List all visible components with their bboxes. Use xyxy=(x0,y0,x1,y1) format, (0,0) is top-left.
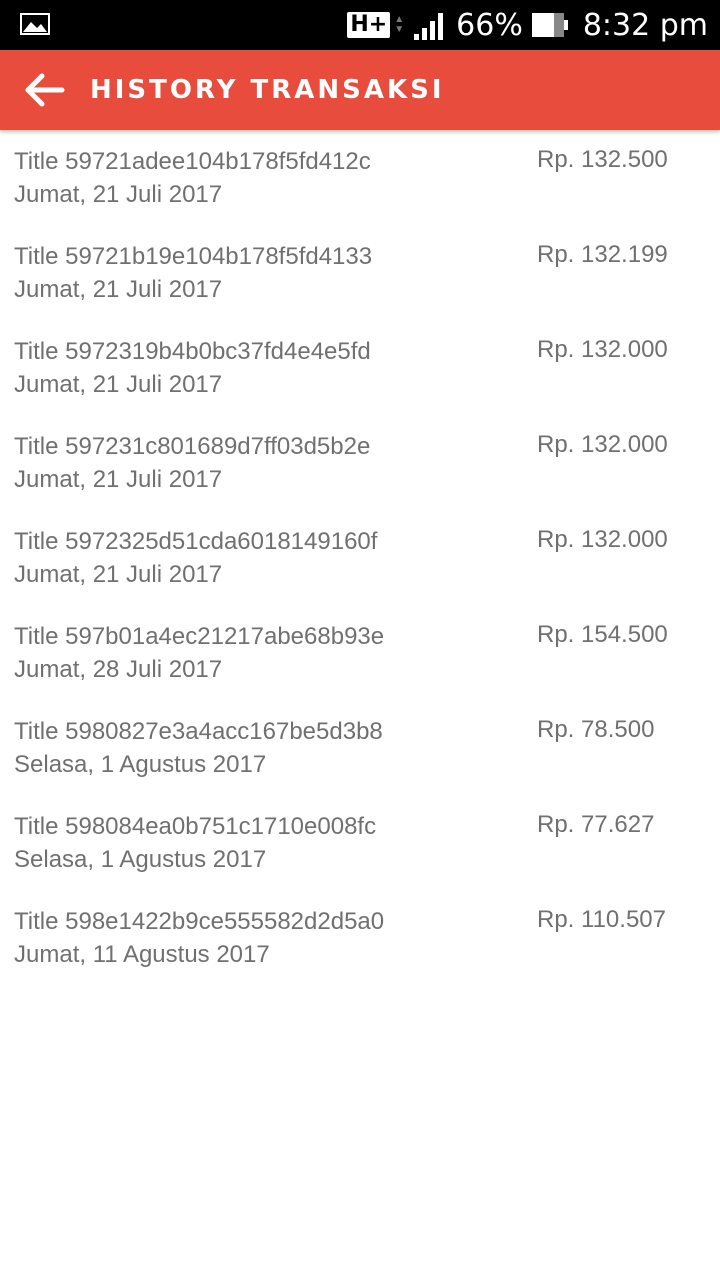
transaction-list: Title 59721adee104b178f5fd412c Jumat, 21… xyxy=(0,130,720,985)
app-bar: HISTORY TRANSAKSI xyxy=(0,50,720,130)
list-item[interactable]: Title 598e1422b9ce555582d2d5a0 Jumat, 11… xyxy=(0,890,720,985)
transaction-amount: Rp. 154.500 xyxy=(537,621,668,648)
transaction-date: Jumat, 28 Juli 2017 xyxy=(14,656,223,683)
transaction-amount: Rp. 132.000 xyxy=(537,431,668,458)
transaction-amount: Rp. 77.627 xyxy=(537,811,655,838)
image-icon xyxy=(20,13,50,35)
transaction-amount: Rp. 132.000 xyxy=(537,526,668,553)
transaction-amount: Rp. 132.000 xyxy=(537,336,668,363)
transaction-title: Title 59721b19e104b178f5fd4133 xyxy=(14,243,373,270)
transaction-date: Selasa, 1 Agustus 2017 xyxy=(14,846,267,873)
transaction-title: Title 5972325d51cda6018149160f xyxy=(14,528,378,555)
transaction-title: Title 597231c801689d7ff03d5b2e xyxy=(14,433,371,460)
list-item[interactable]: Title 59721adee104b178f5fd412c Jumat, 21… xyxy=(0,130,720,225)
transaction-title: Title 5972319b4b0bc37fd4e4e5fd xyxy=(14,338,371,365)
transaction-date: Jumat, 21 Juli 2017 xyxy=(14,561,223,588)
list-item[interactable]: Title 598084ea0b751c1710e008fc Selasa, 1… xyxy=(0,795,720,890)
battery-icon xyxy=(531,13,568,37)
list-item[interactable]: Title 5980827e3a4acc167be5d3b8 Selasa, 1… xyxy=(0,700,720,795)
status-bar: H+ ▲ ▼ 66% 8:32 pm xyxy=(0,0,720,50)
transaction-amount: Rp. 78.500 xyxy=(537,716,655,743)
list-item[interactable]: Title 59721b19e104b178f5fd4133 Jumat, 21… xyxy=(0,225,720,320)
signal-icon xyxy=(414,13,444,40)
transaction-title: Title 597b01a4ec21217abe68b93e xyxy=(14,623,385,650)
transaction-amount: Rp. 132.500 xyxy=(537,146,668,173)
transaction-date: Jumat, 11 Agustus 2017 xyxy=(14,941,270,968)
battery-percent: 66% xyxy=(456,7,523,43)
network-hplus-icon: H+ xyxy=(347,12,391,38)
list-item[interactable]: Title 597b01a4ec21217abe68b93e Jumat, 28… xyxy=(0,605,720,700)
transaction-date: Jumat, 21 Juli 2017 xyxy=(14,181,223,208)
transaction-amount: Rp. 110.507 xyxy=(537,906,666,933)
page-title: HISTORY TRANSAKSI xyxy=(90,75,445,105)
list-item[interactable]: Title 597231c801689d7ff03d5b2e Jumat, 21… xyxy=(0,415,720,510)
transaction-title: Title 59721adee104b178f5fd412c xyxy=(14,148,371,175)
transaction-title: Title 5980827e3a4acc167be5d3b8 xyxy=(14,718,383,745)
transaction-title: Title 598e1422b9ce555582d2d5a0 xyxy=(14,908,385,935)
data-arrows-icon: ▲ ▼ xyxy=(394,14,405,35)
transaction-title: Title 598084ea0b751c1710e008fc xyxy=(14,813,377,840)
clock: 8:32 pm xyxy=(582,7,708,43)
transaction-date: Jumat, 21 Juli 2017 xyxy=(14,466,223,493)
transaction-amount: Rp. 132.199 xyxy=(537,241,668,268)
list-item[interactable]: Title 5972325d51cda6018149160f Jumat, 21… xyxy=(0,510,720,605)
arrow-left-icon[interactable] xyxy=(22,70,68,110)
transaction-date: Jumat, 21 Juli 2017 xyxy=(14,371,223,398)
list-item[interactable]: Title 5972319b4b0bc37fd4e4e5fd Jumat, 21… xyxy=(0,320,720,415)
transaction-date: Jumat, 21 Juli 2017 xyxy=(14,276,223,303)
status-right: H+ ▲ ▼ 66% 8:32 pm xyxy=(347,0,708,50)
transaction-date: Selasa, 1 Agustus 2017 xyxy=(14,751,267,778)
